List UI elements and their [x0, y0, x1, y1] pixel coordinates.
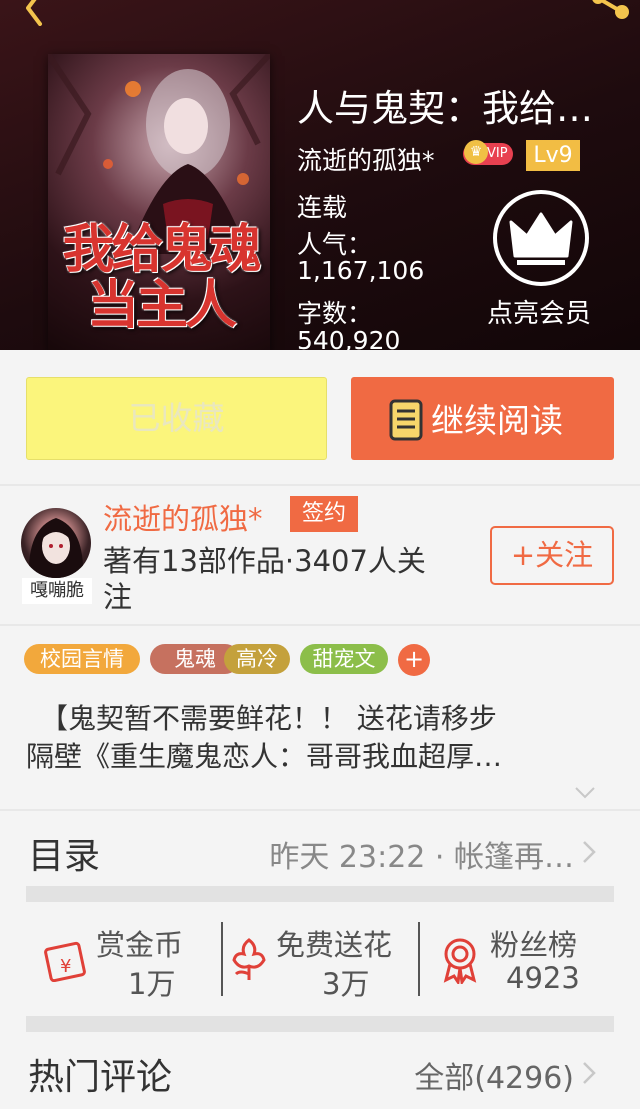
stat-value: 4923 — [506, 961, 580, 995]
word-count-label: 字数： — [297, 299, 373, 328]
book-summary[interactable]: 【鬼契暂不需要鲜花！！ 送花请移步 隔壁《重生魔鬼恋人：哥哥我血超厚… — [26, 700, 616, 776]
tag-chip[interactable]: 甜宠文 — [300, 644, 388, 674]
fan-ranking-item[interactable]: 粉丝榜 4923 — [428, 922, 614, 998]
word-count-value: 540,920 — [297, 326, 401, 350]
tag-chip[interactable]: 校园言情 — [24, 644, 140, 674]
stat-label: 赏金币 — [96, 928, 184, 962]
free-flowers-item[interactable]: 免费送花 3万 — [226, 922, 416, 1001]
follow-button[interactable]: +关注 — [490, 526, 614, 585]
book-header: 我给鬼魂当主人 人与鬼契：我给… 流逝的孤独* ♛ VIP Lv9 连载 人气：… — [0, 0, 640, 350]
divider — [418, 922, 420, 996]
continue-reading-label: 继续阅读 — [431, 401, 563, 440]
crown-icon: ♛ — [464, 140, 488, 164]
divider — [0, 484, 640, 486]
chevron-down-icon[interactable] — [574, 786, 596, 800]
stat-value: 3万 — [322, 967, 370, 1001]
latest-chapter[interactable]: 昨天 23:22 · 帐篷再… — [269, 832, 574, 876]
collected-button[interactable]: 已收藏 — [26, 377, 327, 460]
divider — [0, 624, 640, 626]
author-stats-line: 著有13部作品·3407人关 — [103, 544, 426, 578]
author-name[interactable]: 流逝的孤独* — [103, 496, 263, 538]
cover-title: 我给鬼魂当主人 — [62, 219, 261, 336]
member-label[interactable]: 点亮会员 — [487, 293, 591, 330]
back-arrow-icon[interactable] — [10, 0, 50, 26]
chevron-right-icon[interactable] — [582, 840, 596, 864]
reward-coins-item[interactable]: ¥ 赏金币 1万 — [40, 922, 220, 1001]
stat-label: 免费送花 — [276, 928, 393, 962]
all-comments-link[interactable]: 全部(4296) — [414, 1053, 574, 1097]
level-badge: Lv9 — [526, 140, 580, 171]
vip-badge: ♛ VIP — [463, 140, 513, 165]
member-button[interactable] — [493, 190, 589, 286]
book-cover[interactable]: 我给鬼魂当主人 — [48, 54, 270, 350]
crown-icon — [509, 212, 573, 265]
svg-text:¥: ¥ — [60, 956, 71, 977]
avatar-image — [28, 518, 84, 578]
divider — [221, 922, 223, 996]
avatar-caption: 嘎嘣脆 — [22, 578, 92, 604]
continue-reading-button[interactable]: 继续阅读 — [351, 377, 614, 460]
author-avatar[interactable] — [21, 508, 91, 578]
author-stats-line: 注 — [103, 580, 133, 614]
medal-icon — [443, 938, 477, 984]
toc-label[interactable]: 目录 — [28, 827, 100, 879]
chevron-right-icon[interactable] — [582, 1061, 596, 1085]
signed-badge: 签约 — [290, 496, 358, 532]
section-divider — [26, 1016, 614, 1032]
book-icon — [389, 399, 423, 441]
popularity-value: 1,167,106 — [297, 256, 425, 285]
stat-value: 1万 — [128, 967, 176, 1001]
section-divider — [26, 886, 614, 902]
vip-label: VIP — [487, 146, 508, 161]
hot-comments-label: 热门评论 — [28, 1057, 173, 1098]
serial-status: 连载 — [297, 193, 348, 222]
red-envelope-icon: ¥ — [44, 941, 86, 982]
flower-icon — [232, 938, 266, 980]
book-title: 人与鬼契：我给… — [297, 87, 593, 130]
stat-label: 粉丝榜 — [490, 928, 578, 962]
tag-chip[interactable]: 高冷 — [224, 644, 290, 674]
book-author[interactable]: 流逝的孤独* — [297, 141, 435, 177]
share-icon[interactable] — [588, 0, 632, 26]
add-tag-button[interactable]: + — [398, 644, 430, 676]
summary-line: 【鬼契暂不需要鲜花！！ 送花请移步 — [26, 702, 497, 735]
summary-line: 隔壁《重生魔鬼恋人：哥哥我血超厚… — [26, 740, 503, 773]
author-stats: 著有13部作品·3407人关 注 — [103, 543, 473, 615]
divider — [0, 809, 640, 811]
